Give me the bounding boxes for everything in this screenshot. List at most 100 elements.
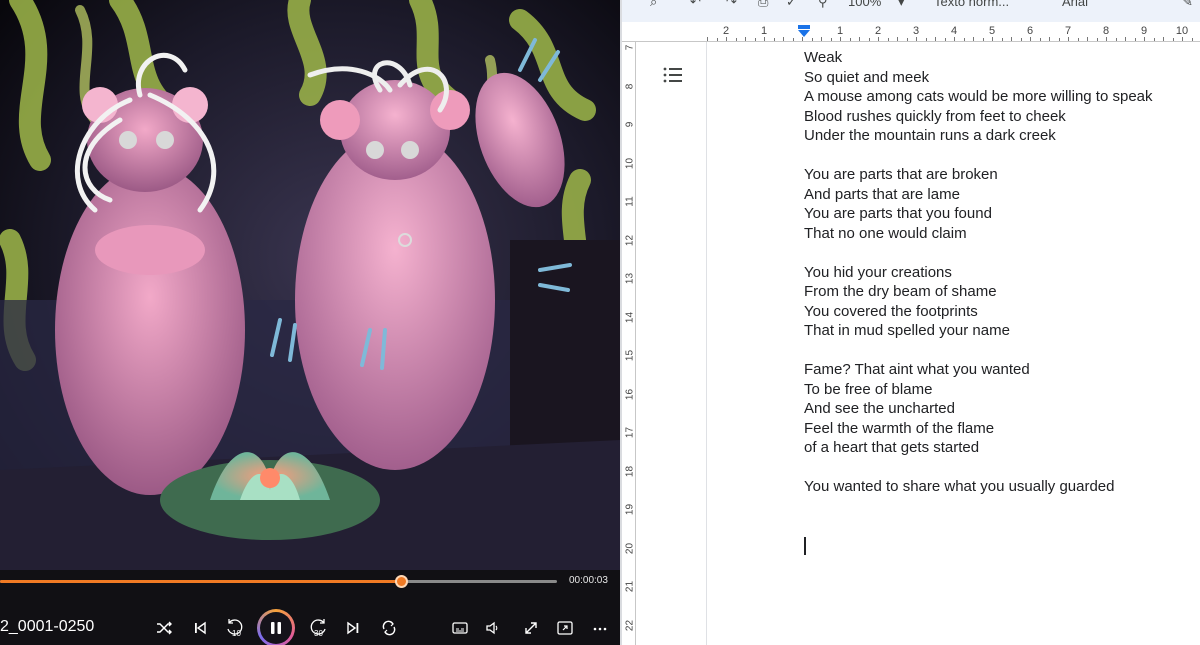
- ruler-tick: [1144, 37, 1145, 41]
- document-line[interactable]: [804, 341, 1200, 361]
- document-line[interactable]: You are parts that are broken: [804, 165, 1200, 185]
- repeat-button[interactable]: [375, 614, 403, 642]
- document-line[interactable]: Fame? That aint what you wanted: [804, 360, 1200, 380]
- mini-player-button[interactable]: [551, 614, 579, 642]
- rewind-button[interactable]: 10: [221, 614, 249, 642]
- document-line[interactable]: [804, 243, 1200, 263]
- ruler-number: 7: [1064, 25, 1072, 37]
- document-line[interactable]: So quiet and meek: [804, 68, 1200, 88]
- ruler-tick: [1077, 38, 1079, 41]
- ruler-number: 10: [1175, 25, 1189, 37]
- paint-format-icon[interactable]: ⚲: [818, 0, 828, 10]
- page-edge: [706, 42, 707, 645]
- previous-button[interactable]: [186, 614, 214, 642]
- shuffle-button[interactable]: [150, 614, 178, 642]
- ruler-tick: [1001, 38, 1003, 41]
- ruler-tick: [868, 38, 870, 41]
- ruler-tick: [944, 38, 946, 41]
- current-time: 00:00:03: [569, 575, 608, 586]
- document-line[interactable]: That in mud spelled your name: [804, 321, 1200, 341]
- ruler-number: 16: [624, 388, 636, 400]
- horizontal-ruler[interactable]: 2 1 1 2 3 4 5 6 7 8 9 10: [622, 22, 1200, 42]
- document-line[interactable]: [804, 458, 1200, 478]
- first-line-indent-marker[interactable]: [798, 25, 810, 29]
- ruler-tick: [897, 37, 898, 41]
- text-cursor: [804, 537, 806, 555]
- previous-track-icon: [195, 621, 206, 635]
- ruler-tick: [1153, 38, 1155, 41]
- ruler-tick: [982, 38, 984, 41]
- ruler-tick: [745, 37, 746, 41]
- seek-progress: [0, 580, 402, 583]
- media-player: 00:00:03 2_0001-0250 10 30: [0, 0, 620, 645]
- ruler-tick: [925, 38, 927, 41]
- document-line[interactable]: To be free of blame: [804, 380, 1200, 400]
- document-line[interactable]: Under the mountain runs a dark creek: [804, 126, 1200, 146]
- edit-mode-icon[interactable]: ✎: [1182, 0, 1193, 10]
- redo-icon[interactable]: ↷: [726, 0, 737, 10]
- ruler-number: 22: [624, 619, 636, 631]
- document-line[interactable]: That no one would claim: [804, 224, 1200, 244]
- zoom-select[interactable]: 100%: [848, 0, 881, 9]
- left-indent-marker[interactable]: [798, 30, 810, 37]
- ruler-tick: [1191, 38, 1193, 41]
- fullscreen-button[interactable]: [517, 614, 545, 642]
- document-line[interactable]: You hid your creations: [804, 263, 1200, 283]
- document-line[interactable]: And parts that are lame: [804, 185, 1200, 205]
- ruler-tick: [1172, 38, 1174, 41]
- more-options-button[interactable]: [586, 614, 614, 642]
- document-line[interactable]: You covered the footprints: [804, 302, 1200, 322]
- ruler-tick: [954, 37, 955, 41]
- ruler-tick: [973, 37, 974, 41]
- document-line[interactable]: of a heart that gets started: [804, 438, 1200, 458]
- ruler-tick: [992, 37, 993, 41]
- forward-button[interactable]: 30: [304, 614, 332, 642]
- document-line[interactable]: And see the uncharted: [804, 399, 1200, 419]
- document-line[interactable]: From the dry beam of shame: [804, 282, 1200, 302]
- rewind-10-icon: 10: [227, 619, 243, 638]
- captions-button[interactable]: [446, 614, 474, 642]
- ruler-tick: [1058, 38, 1060, 41]
- document-line[interactable]: A mouse among cats would be more willing…: [804, 87, 1200, 107]
- ruler-number: 7: [624, 44, 636, 51]
- ruler-tick: [764, 37, 765, 41]
- ruler-tick: [906, 38, 908, 41]
- ruler-tick: [1030, 37, 1031, 41]
- spellcheck-icon[interactable]: ✓: [786, 0, 797, 10]
- ruler-number: 19: [624, 503, 636, 516]
- font-select[interactable]: Arial: [1062, 0, 1088, 9]
- document-line[interactable]: [804, 146, 1200, 166]
- document-line[interactable]: Weak: [804, 48, 1200, 68]
- ruler-tick: [935, 37, 936, 41]
- document-line[interactable]: You are parts that you found: [804, 204, 1200, 224]
- ruler-tick: [840, 37, 841, 41]
- document-outline-icon[interactable]: [662, 65, 684, 85]
- next-button[interactable]: [339, 614, 367, 642]
- undo-icon[interactable]: ↶: [690, 0, 701, 10]
- vertical-ruler[interactable]: 7 8 9 10 11 12 13 14 15 16 17 18 19 20 21 22: [622, 42, 636, 645]
- video-frame[interactable]: [0, 0, 620, 570]
- style-select[interactable]: Texto norm...: [934, 0, 1009, 9]
- ruler-tick: [716, 38, 718, 41]
- ruler-number: 9: [624, 121, 636, 128]
- ruler-number: 17: [624, 426, 636, 439]
- print-icon[interactable]: ⎙: [758, 0, 768, 10]
- volume-button[interactable]: [479, 614, 507, 642]
- ruler-number: 10: [624, 157, 636, 169]
- document-body[interactable]: Weak So quiet and meek A mouse among cats …: [804, 48, 1200, 497]
- seek-bar[interactable]: [0, 580, 557, 583]
- document-line[interactable]: Blood rushes quickly from feet to cheek: [804, 107, 1200, 127]
- ruler-number: 9: [1140, 25, 1148, 37]
- search-icon[interactable]: ⌕: [650, 0, 657, 10]
- ruler-number: 13: [624, 272, 636, 285]
- ruler-tick: [1020, 38, 1022, 41]
- document-line[interactable]: You wanted to share what you usually gua…: [804, 477, 1200, 497]
- document-line[interactable]: Feel the warmth of the flame: [804, 419, 1200, 439]
- ruler-number: 5: [988, 25, 996, 37]
- ruler-number: 8: [624, 83, 636, 89]
- ruler-tick: [1096, 38, 1098, 41]
- forward-seconds-label: 30: [314, 629, 323, 638]
- play-pause-button[interactable]: [257, 609, 295, 645]
- ruler-tick: [916, 37, 917, 41]
- seek-thumb[interactable]: [395, 575, 409, 588]
